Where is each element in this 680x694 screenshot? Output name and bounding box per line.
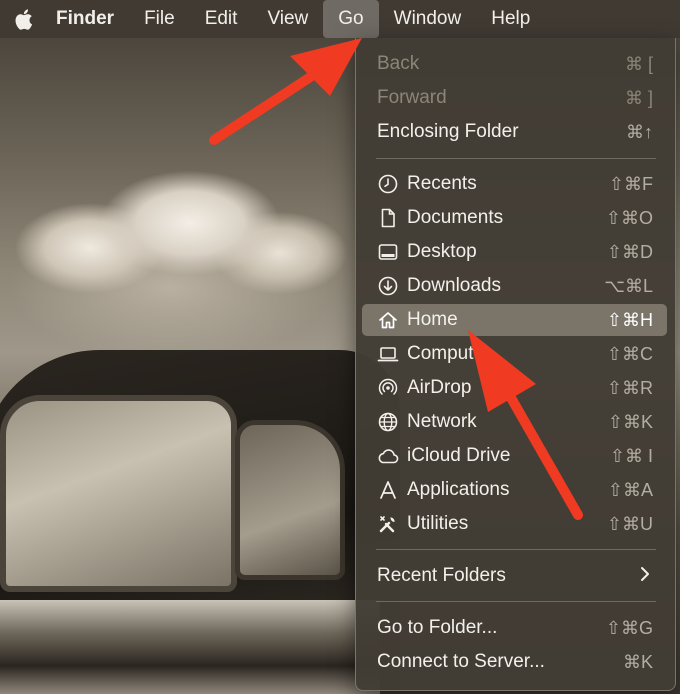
menu-item-network[interactable]: Network ⇧⌘K	[362, 406, 667, 438]
shortcut-label: ⌘↑	[626, 121, 653, 142]
menu-item-icloud-drive[interactable]: iCloud Drive ⇧⌘ I	[362, 440, 667, 472]
desktop-icon	[377, 241, 399, 263]
menu-item-label: Applications	[407, 479, 510, 500]
menu-item-label: Forward	[377, 87, 447, 108]
menu-item-label: Recent Folders	[377, 565, 506, 586]
menu-item-airdrop[interactable]: AirDrop ⇧⌘R	[362, 372, 667, 404]
shortcut-label: ⇧⌘F	[608, 173, 653, 194]
download-icon	[377, 275, 399, 297]
shortcut-label: ⌘ ]	[624, 87, 653, 108]
menu-separator	[376, 158, 656, 159]
menu-finder[interactable]: Finder	[36, 0, 129, 38]
menu-item-label: Go to Folder...	[377, 617, 498, 638]
menu-item-recents[interactable]: Recents ⇧⌘F	[362, 168, 667, 200]
menu-separator	[376, 601, 656, 602]
menu-item-downloads[interactable]: Downloads ⌥⌘L	[362, 270, 667, 302]
menu-item-applications[interactable]: Applications ⇧⌘A	[362, 474, 667, 506]
shortcut-label: ⇧⌘C	[606, 343, 653, 364]
go-menu-dropdown: Back ⌘ [ Forward ⌘ ] Enclosing Folder ⌘↑…	[355, 38, 676, 691]
shortcut-label: ⇧⌘G	[605, 617, 653, 638]
shortcut-label: ⌘K	[622, 651, 653, 672]
apple-logo-icon[interactable]	[10, 0, 36, 38]
clock-icon	[377, 173, 399, 195]
tools-icon	[377, 513, 399, 535]
menu-item-documents[interactable]: Documents ⇧⌘O	[362, 202, 667, 234]
menu-window[interactable]: Window	[379, 0, 477, 38]
wallpaper-car-window	[0, 395, 237, 592]
menu-item-label: Documents	[407, 207, 504, 228]
chevron-right-icon	[639, 565, 651, 588]
menu-item-recent-folders[interactable]: Recent Folders	[362, 560, 667, 592]
wallpaper-car-chrome	[0, 600, 380, 694]
globe-icon	[377, 411, 399, 433]
menu-item-label: AirDrop	[407, 377, 472, 398]
menu-item-back[interactable]: Back ⌘ [	[362, 48, 667, 80]
menu-item-desktop[interactable]: Desktop ⇧⌘D	[362, 236, 667, 268]
document-icon	[377, 207, 399, 229]
menu-item-label: Connect to Server...	[377, 651, 545, 672]
menu-item-utilities[interactable]: Utilities ⇧⌘U	[362, 508, 667, 540]
shortcut-label: ⇧⌘A	[607, 479, 653, 500]
airdrop-icon	[377, 377, 399, 399]
shortcut-label: ⌘ [	[624, 53, 653, 74]
menu-item-computer[interactable]: Computer ⇧⌘C	[362, 338, 667, 370]
menu-item-go-to-folder[interactable]: Go to Folder... ⇧⌘G	[362, 612, 667, 644]
menu-item-forward[interactable]: Forward ⌘ ]	[362, 82, 667, 114]
menu-item-label: iCloud Drive	[407, 445, 511, 466]
shortcut-label: ⇧⌘K	[607, 411, 653, 432]
house-icon	[377, 309, 399, 331]
menu-edit[interactable]: Edit	[190, 0, 253, 38]
menu-view[interactable]: View	[252, 0, 323, 38]
wallpaper-car-rear-window	[235, 420, 345, 580]
laptop-icon	[377, 343, 399, 365]
menu-bar: Finder File Edit View Go Window Help	[0, 0, 680, 38]
applications-icon	[377, 479, 399, 501]
menu-item-label: Recents	[407, 173, 477, 194]
menu-item-home[interactable]: Home ⇧⌘H	[362, 304, 667, 336]
menu-item-label: Downloads	[407, 275, 501, 296]
shortcut-label: ⇧⌘D	[606, 241, 653, 262]
shortcut-label: ⇧⌘H	[606, 309, 653, 330]
shortcut-label: ⌥⌘L	[604, 275, 653, 296]
shortcut-label: ⇧⌘O	[605, 207, 653, 228]
menu-item-label: Back	[377, 53, 420, 74]
menu-item-label: Home	[407, 309, 458, 330]
menu-item-label: Desktop	[407, 241, 477, 262]
menu-item-label: Network	[407, 411, 477, 432]
menu-item-label: Enclosing Folder	[377, 121, 519, 142]
menu-file[interactable]: File	[129, 0, 190, 38]
menu-help[interactable]: Help	[476, 0, 545, 38]
cloud-icon	[377, 445, 399, 467]
menu-item-enclosing-folder[interactable]: Enclosing Folder ⌘↑	[362, 116, 667, 148]
menu-item-label: Utilities	[407, 513, 469, 534]
menu-go[interactable]: Go	[323, 0, 379, 38]
menu-separator	[376, 549, 656, 550]
shortcut-label: ⇧⌘U	[606, 513, 653, 534]
shortcut-label: ⇧⌘R	[606, 377, 653, 398]
menu-item-label: Computer	[407, 343, 491, 364]
shortcut-label: ⇧⌘ I	[609, 445, 653, 466]
menu-item-connect-to-server[interactable]: Connect to Server... ⌘K	[362, 646, 667, 678]
